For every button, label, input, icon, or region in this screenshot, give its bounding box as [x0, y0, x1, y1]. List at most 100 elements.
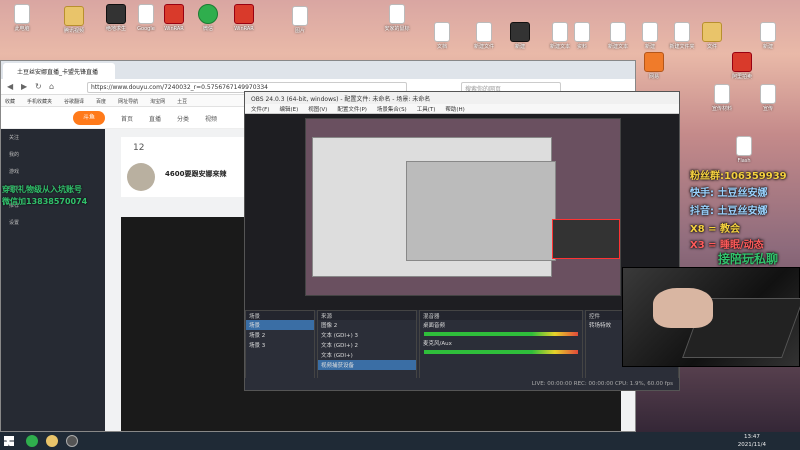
bookmark-item[interactable]: 土豆 [177, 99, 187, 105]
file-icon [106, 4, 126, 24]
desktop-top-icon[interactable]: 文档 [420, 22, 464, 50]
site-sidebar-item[interactable]: 我的 [1, 146, 105, 163]
desktop-top-icon[interactable]: 文件 [690, 22, 734, 50]
mixer-channel-label: 麦克风/Aux [423, 341, 452, 347]
taskbar: 13:47 2021/11/4 [0, 432, 800, 450]
bookmark-item[interactable]: 百度 [96, 99, 106, 105]
file-icon [476, 22, 492, 42]
site-sidebar: 关注 我的 游戏 娱乐 推荐 设置 [1, 129, 105, 431]
back-icon[interactable]: ◀ [7, 82, 13, 91]
desktop-top-icon[interactable]: 此电脑 [0, 4, 44, 32]
obs-menu-item[interactable]: 文件(F) [251, 107, 269, 113]
room-title: 4600要跟安娜来辣 [165, 170, 227, 178]
obs-menu-item[interactable]: 工具(T) [417, 107, 436, 113]
refresh-icon[interactable]: ↻ [35, 82, 42, 91]
sources-dock: 来源 图像 2 文本 (GDI+) 3 文本 (GDI+) 2 文本 (GDI+) 视频… [317, 310, 417, 380]
site-sidebar-item[interactable]: 设置 [1, 214, 105, 231]
obs-menu-item[interactable]: 配置文件(P) [337, 107, 367, 113]
sources-header: 来源 [318, 311, 416, 320]
desktop-right-icon[interactable]: 宣传材料 [700, 84, 744, 112]
source-item[interactable]: 图像 2 [318, 320, 416, 330]
desktop-right-icon[interactable]: 网易 [632, 52, 676, 80]
nav-live[interactable]: 直播 [149, 114, 161, 123]
file-icon [164, 4, 184, 24]
overlay-promo-line1: 穿职礼物级从入坑账号 [2, 185, 82, 194]
desktop-icon-label: 阿里拍卖 [731, 74, 752, 80]
desktop-icon-label: Flash [737, 158, 751, 164]
hand-on-mouse [653, 288, 713, 328]
taskbar-app-icon[interactable] [46, 435, 58, 447]
streamer-avatar[interactable] [127, 163, 155, 191]
scene-item[interactable]: 场景 2 [246, 330, 314, 340]
site-logo[interactable]: 斗鱼 [73, 111, 105, 125]
obs-menu-item[interactable]: 场景集合(S) [377, 107, 407, 113]
source-item[interactable]: 文本 (GDI+) [318, 350, 416, 360]
bookmark-item[interactable]: 谷歌翻译 [64, 99, 84, 105]
volume-meter[interactable] [424, 350, 578, 354]
desktop-top-icon[interactable]: 图片 [278, 6, 322, 34]
nested-screen-2 [406, 161, 556, 261]
obs-menu-item[interactable]: 帮助(H) [445, 107, 464, 113]
file-icon [198, 4, 218, 24]
scene-item[interactable]: 场景 3 [246, 340, 314, 350]
file-icon [714, 84, 730, 104]
desktop-icon-label: 宣传材料 [711, 106, 732, 112]
desktop-top-icon[interactable]: 新建 [746, 22, 790, 50]
file-icon [510, 22, 530, 42]
obs-menu-item[interactable]: 编辑(E) [279, 107, 298, 113]
clock-time: 13:47 [743, 434, 760, 440]
source-item[interactable]: 文本 (GDI+) 3 [318, 330, 416, 340]
nav-video[interactable]: 视频 [205, 114, 217, 123]
file-icon [434, 22, 450, 42]
nested-camera [552, 219, 620, 259]
nav-category[interactable]: 分类 [177, 114, 189, 123]
source-item[interactable]: 视频捕获设备 [318, 360, 416, 370]
desktop-right-icon[interactable]: 阿里拍卖 [720, 52, 764, 80]
desktop-right-icon[interactable]: 宣传 [746, 84, 790, 112]
taskbar-clock[interactable]: 13:47 2021/11/4 [738, 433, 766, 449]
desktop-top-icon[interactable]: 新建 [498, 22, 542, 50]
desktop-top-icon[interactable]: 腾讯视频 [52, 6, 96, 34]
obs-menu-item[interactable]: 视图(V) [308, 107, 327, 113]
windows-start-icon[interactable] [4, 436, 14, 446]
desktop-icon-label: 宣传 [762, 106, 773, 112]
browser-tab[interactable]: 土豆丝安娜直播_卡盟先锋直播 [3, 63, 115, 79]
site-sidebar-item[interactable]: 游戏 [1, 163, 105, 180]
file-icon [234, 4, 254, 24]
mixer-channel-label: 桌面音频 [423, 323, 446, 329]
bookmark-item[interactable]: 收藏 [5, 99, 15, 105]
bookmark-item[interactable]: 淘宝网 [150, 99, 165, 105]
forward-icon[interactable]: ▶ [21, 82, 27, 91]
scene-item[interactable]: 场景 [246, 320, 314, 330]
desktop-icon-label: 文档 [436, 44, 447, 50]
source-item[interactable]: 文本 (GDI+) 2 [318, 340, 416, 350]
file-icon [292, 6, 308, 26]
taskbar-obs-icon[interactable] [66, 435, 78, 447]
file-icon [702, 22, 722, 42]
overlay-x3: X3 = 睡眠/动态 [690, 240, 764, 251]
desktop-icon-label: WinRAR [234, 26, 254, 32]
room-fans-count: 12 [133, 143, 145, 153]
mixer-header: 混音器 [420, 311, 582, 320]
desktop-right-icon[interactable]: Flash [722, 136, 766, 164]
site-sidebar-item[interactable]: 关注 [1, 129, 105, 146]
desktop-top-icon[interactable]: WinRAR [222, 4, 266, 32]
obs-status-bar: LIVE: 00:00:00 REC: 00:00:00 CPU: 1.9%, … [245, 378, 679, 390]
taskbar-app-icon[interactable] [26, 435, 38, 447]
file-icon [644, 52, 664, 72]
bookmark-item[interactable]: 手机收藏夹 [27, 99, 52, 105]
bookmark-item[interactable]: 网址导航 [118, 99, 138, 105]
file-icon [64, 6, 84, 26]
webcam-feed [622, 267, 800, 367]
desktop-icon-label: 腾讯视频 [63, 28, 84, 34]
home-icon[interactable]: ⌂ [49, 82, 54, 91]
obs-preview[interactable] [245, 114, 679, 310]
nav-home[interactable]: 首页 [121, 114, 133, 123]
desktop-icon-label: 文件 [706, 44, 717, 50]
file-icon [389, 4, 405, 24]
desktop-icon-label: 图片 [294, 28, 305, 34]
desktop-top-icon[interactable]: 安家的鼠标 [375, 4, 419, 32]
file-icon [760, 84, 776, 104]
volume-meter[interactable] [424, 332, 578, 336]
file-icon [732, 52, 752, 72]
